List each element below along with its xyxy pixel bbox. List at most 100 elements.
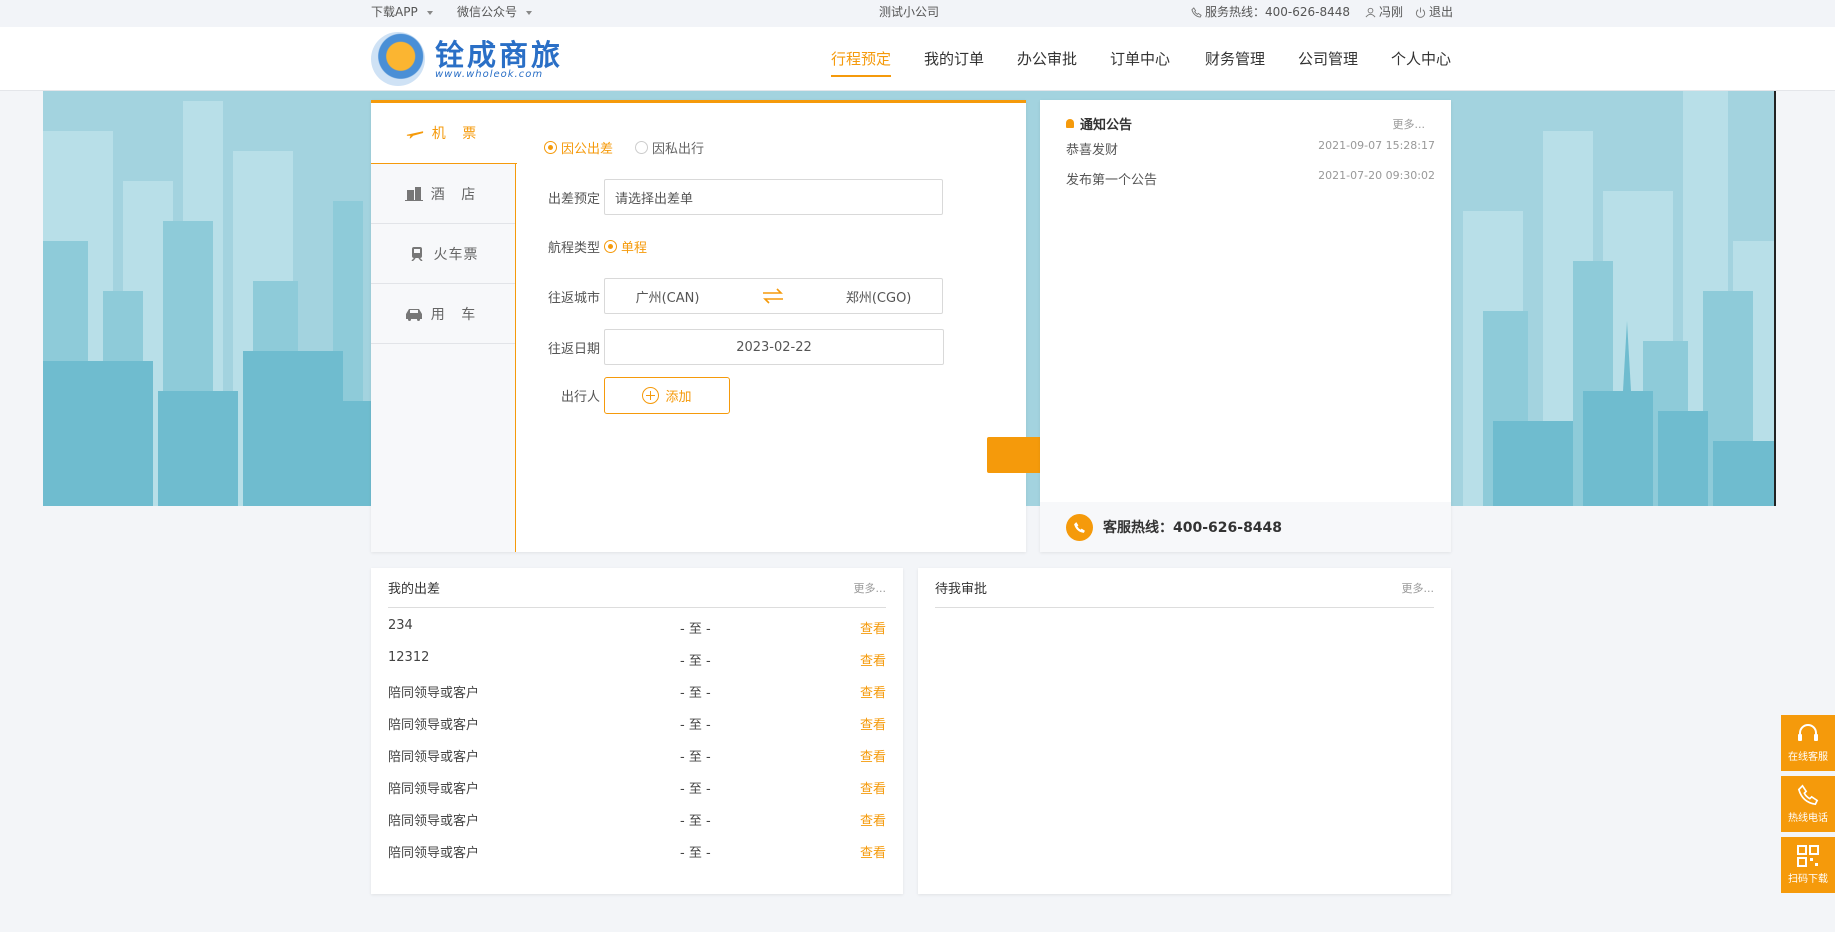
add-traveler-button[interactable]: 添加 [604,377,730,414]
business-order-row: 出差预定 请选择出差单 [516,179,943,215]
view-link[interactable]: 查看 [860,618,886,637]
airplane-icon [406,131,423,139]
my-trips-more-link[interactable]: 更多... [854,580,887,596]
logout-label: 退出 [1429,5,1454,19]
customer-hotline: 客服热线：400-626-8448 [1040,502,1451,552]
list-item: 234 - 至 - 查看 [388,618,886,638]
power-icon [1415,7,1426,18]
logo-emblem-icon [371,32,425,86]
list-item: 12312 - 至 - 查看 [388,650,886,670]
logo[interactable]: 铨成商旅 www.wholeok.com [371,31,563,87]
business-order-label: 出差预定 [547,191,600,207]
train-icon [410,246,423,261]
trip-name: 陪同领导或客户 [388,782,480,797]
online-service-button[interactable]: 在线客服 [1781,715,1835,771]
nav-company[interactable]: 公司管理 [1298,48,1358,69]
from-city-input[interactable]: 广州(CAN) [636,287,700,306]
list-item: 陪同领导或客户 - 至 - 查看 [388,746,886,766]
view-link[interactable]: 查看 [860,682,886,701]
hotline-phone-button[interactable]: 热线电话 [1781,776,1835,832]
wechat-menu[interactable]: 微信公众号 [457,0,533,25]
notice-item-title: 恭喜发财 [1066,143,1119,158]
phone-icon [1797,784,1819,806]
notice-item[interactable]: 恭喜发财 2021-09-07 15:28:17 [1066,139,1435,158]
tab-car[interactable]: 用 车 [371,284,515,344]
view-link[interactable]: 查看 [860,842,886,861]
nav-finance[interactable]: 财务管理 [1205,48,1265,69]
download-app-menu[interactable]: 下载APP [371,0,433,25]
chevron-down-icon [426,10,433,15]
route-type-row: 航程类型 单程 [516,237,669,256]
pending-more-link[interactable]: 更多... [1402,580,1435,596]
user-name: 冯刚 [1379,5,1404,19]
trip-name: 12312 [388,650,430,665]
radio-one-way[interactable]: 单程 [604,237,647,256]
trip-name: 陪同领导或客户 [388,750,480,765]
radio-personal[interactable]: 因私出行 [635,138,704,157]
nav-office-approval[interactable]: 办公审批 [1017,48,1077,69]
building-icon [404,186,423,201]
trip-range: - 至 - [680,718,711,733]
customer-hotline-label: 客服热线：400-626-8448 [1103,520,1283,536]
radio-personal-label: 因私出行 [652,142,705,157]
trip-range: - 至 - [680,750,711,765]
cities-label: 往返城市 [547,290,600,306]
list-item: 陪同领导或客户 - 至 - 查看 [388,810,886,830]
view-link[interactable]: 查看 [860,746,886,765]
my-trips-title: 我的出差 [388,582,441,597]
view-link[interactable]: 查看 [860,778,886,797]
nav-personal[interactable]: 个人中心 [1391,48,1451,69]
my-trips-card: 我的出差 更多... 234 - 至 - 查看 12312 - 至 - 查看 陪同领导或… [371,568,903,894]
tab-hotel-label: 酒 店 [430,186,482,203]
notice-title-label: 通知公告 [1080,118,1133,133]
radio-business-label: 因公出差 [561,142,614,157]
tab-flight[interactable]: 机 票 [371,103,517,164]
tab-flight-label: 机 票 [431,126,483,142]
nav-order-center[interactable]: 订单中心 [1110,48,1170,69]
trip-name: 陪同领导或客户 [388,846,480,861]
bell-icon [1066,119,1074,128]
list-item: 陪同领导或客户 - 至 - 查看 [388,714,886,734]
tab-train[interactable]: 火车票 [371,224,515,284]
nav-trip-booking[interactable]: 行程预定 [831,48,892,77]
tab-hotel[interactable]: 酒 店 [371,164,515,224]
plus-circle-icon [642,387,660,404]
view-link[interactable]: 查看 [860,810,886,829]
pending-header: 待我审批 更多... [935,568,1434,608]
online-service-label: 在线客服 [1788,752,1828,763]
to-city-input[interactable]: 郑州(CGO) [846,287,912,306]
top-bar: 下载APP 微信公众号 测试小公司 服务热线：400-626-8448 冯刚 退… [0,0,1835,27]
date-row: 往返日期 2023-02-22 [516,329,944,365]
pending-approval-card: 待我审批 更多... [918,568,1451,894]
booking-panel: 机 票 酒 店 火车票 用 车 因公出差 因私出行 出差预定 请选择出差单 航程… [371,100,1132,552]
notice-title: 通知公告 [1066,114,1132,133]
view-link[interactable]: 查看 [860,650,886,669]
swap-icon[interactable] [761,288,785,304]
logo-title: 铨成商旅 [435,37,564,72]
view-link[interactable]: 查看 [860,714,886,733]
phone-icon [1066,513,1093,541]
trip-range: - 至 - [680,654,711,669]
service-hotline: 服务热线：400-626-8448 [1191,0,1350,25]
business-order-select[interactable]: 请选择出差单 [604,179,943,215]
list-item: 陪同领导或客户 - 至 - 查看 [388,842,886,862]
radio-business[interactable]: 因公出差 [544,138,613,157]
main-header: 铨成商旅 www.wholeok.com 行程预定 我的订单 办公审批 订单中心… [0,27,1835,91]
trip-purpose-group: 因公出差 因私出行 [544,138,726,157]
date-input[interactable]: 2023-02-22 [604,329,944,365]
traveler-row: 出行人 添加 [516,377,730,414]
notice-item[interactable]: 发布第一个公告 2021-07-20 09:30:02 [1066,169,1435,188]
notice-more-link[interactable]: 更多... [1393,116,1426,132]
logout-link[interactable]: 退出 [1415,0,1453,25]
notice-item-date: 2021-09-07 15:28:17 [1318,139,1435,152]
company-name: 测试小公司 [879,0,939,25]
scan-download-button[interactable]: 扫码下载 [1781,837,1835,893]
trip-name: 陪同领导或客户 [388,814,480,829]
hotline-label: 服务热线：400-626-8448 [1205,5,1351,19]
radio-unchecked-icon [635,141,649,154]
user-link[interactable]: 冯刚 [1365,0,1403,25]
tab-car-label: 用 车 [430,306,482,323]
nav-my-orders[interactable]: 我的订单 [924,48,984,69]
qr-code-icon [1797,845,1819,867]
notice-item-title: 发布第一个公告 [1066,173,1158,188]
